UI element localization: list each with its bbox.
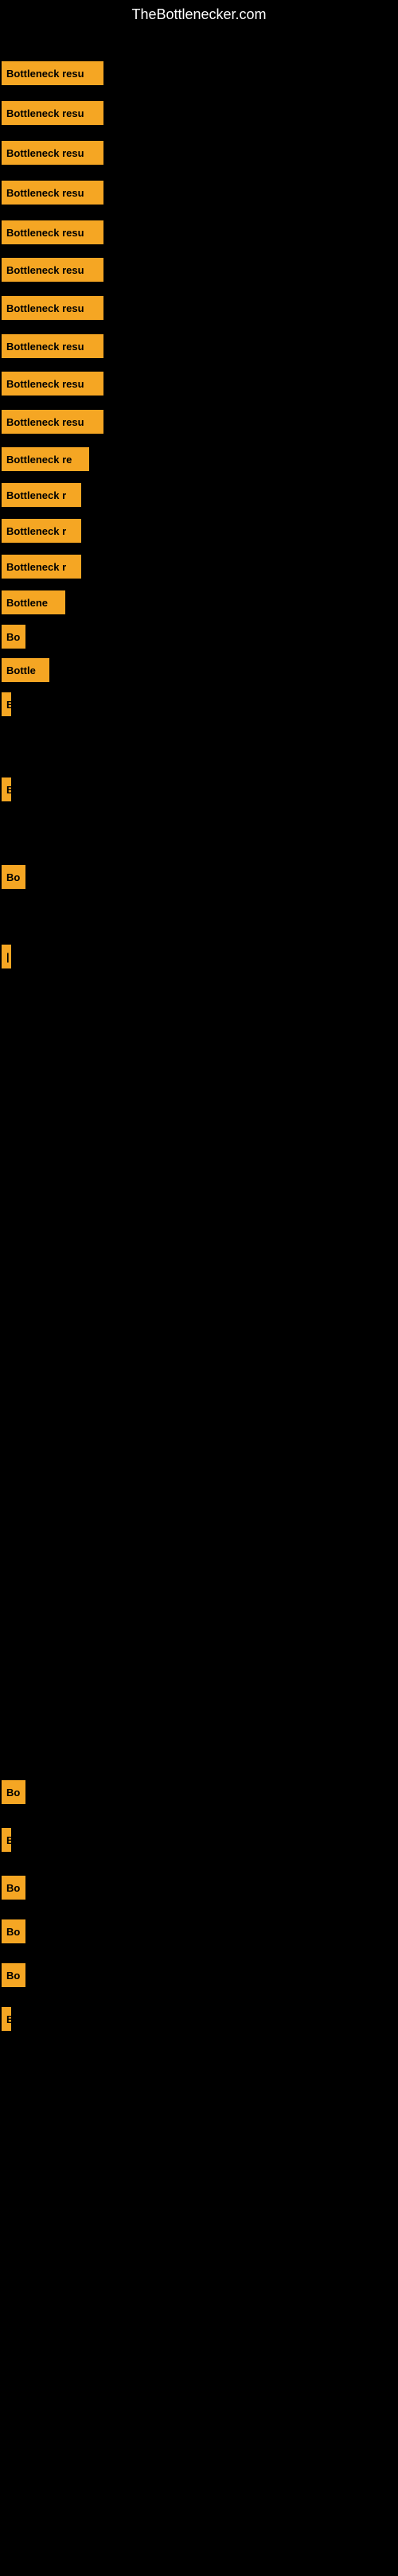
bottleneck-bar: Bottleneck resu [2, 181, 103, 205]
bottleneck-bar: Bottleneck resu [2, 372, 103, 396]
bottleneck-bar: Bo [2, 1780, 25, 1804]
bottleneck-bar: B [2, 777, 11, 801]
bottleneck-bar: Bo [2, 1876, 25, 1900]
bottleneck-bar: Bottleneck r [2, 519, 81, 543]
bottleneck-bar: B [2, 2007, 11, 2031]
bottleneck-bar: Bottleneck resu [2, 334, 103, 358]
bottleneck-bar: Bottleneck resu [2, 258, 103, 282]
bottleneck-bar: Bottleneck resu [2, 296, 103, 320]
bottleneck-bar: Bottleneck r [2, 555, 81, 579]
bottleneck-bar: Bo [2, 1919, 25, 1943]
bottleneck-bar: Bottleneck resu [2, 141, 103, 165]
bottleneck-bar: | [2, 945, 11, 968]
site-title: TheBottlenecker.com [0, 0, 398, 29]
bottleneck-bar: Bo [2, 625, 25, 649]
bottleneck-bar: Bottlene [2, 590, 65, 614]
bottleneck-bar: Bottleneck r [2, 483, 81, 507]
bottleneck-bar: B [2, 692, 11, 716]
bottleneck-bar: Bottleneck resu [2, 410, 103, 434]
bottleneck-bar: Bo [2, 1963, 25, 1987]
bottleneck-bar: Bottleneck resu [2, 101, 103, 125]
bottleneck-bar: Bottleneck re [2, 447, 89, 471]
bottleneck-bar: Bottle [2, 658, 49, 682]
bottleneck-bar: B [2, 1828, 11, 1852]
bottleneck-bar: Bottleneck resu [2, 61, 103, 85]
bottleneck-bar: Bo [2, 865, 25, 889]
bottleneck-bar: Bottleneck resu [2, 220, 103, 244]
